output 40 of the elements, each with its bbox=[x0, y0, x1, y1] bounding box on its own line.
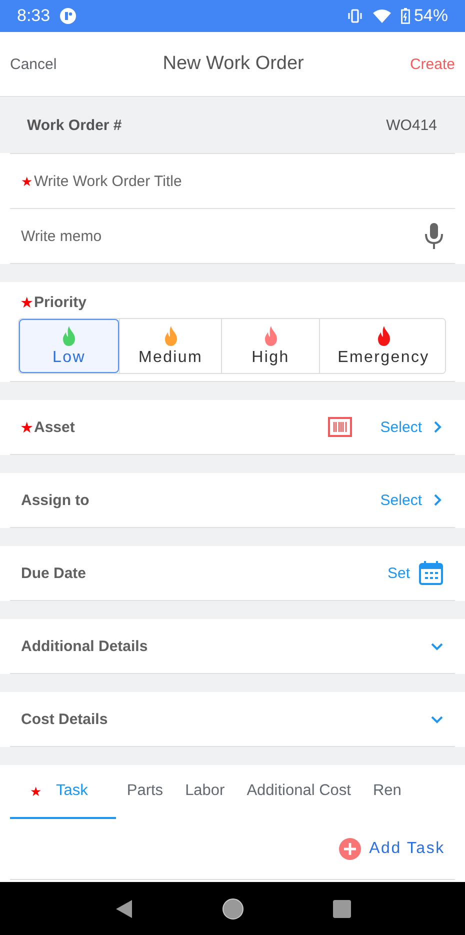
memo-input-field[interactable]: Write memo bbox=[21, 228, 416, 244]
back-icon[interactable] bbox=[114, 898, 132, 918]
tab[interactable]: Additional Cost bbox=[236, 765, 362, 819]
row-label: Cost Details bbox=[21, 710, 108, 728]
work-order-label: Work Order # bbox=[27, 116, 122, 134]
recents-icon[interactable] bbox=[332, 900, 350, 918]
row-label: Additional Details bbox=[21, 638, 148, 654]
microphone-icon[interactable] bbox=[424, 222, 444, 250]
row-label: Assign to bbox=[21, 492, 90, 508]
required-mark: ★ bbox=[21, 420, 33, 434]
home-icon[interactable] bbox=[222, 898, 244, 920]
select-button[interactable]: Select bbox=[380, 418, 444, 436]
cancel-button[interactable]: Cancel bbox=[10, 56, 57, 72]
title-input-field[interactable]: Write Work Order Title bbox=[34, 172, 444, 190]
battery-icon bbox=[400, 8, 410, 24]
plus-icon bbox=[339, 838, 362, 860]
wifi-icon bbox=[372, 9, 391, 23]
priority-label: Priority bbox=[34, 294, 87, 311]
tab[interactable]: Parts bbox=[116, 765, 174, 819]
priority-option[interactable]: Emergency bbox=[319, 319, 445, 373]
create-button[interactable]: Create bbox=[410, 56, 455, 72]
tab[interactable]: ★ Task bbox=[10, 765, 116, 819]
barcode-icon[interactable] bbox=[328, 417, 352, 437]
battery-percent: 54% bbox=[414, 6, 448, 26]
tab[interactable]: Ren bbox=[362, 765, 412, 819]
vibrate-icon bbox=[346, 9, 363, 23]
priority-option[interactable]: Low bbox=[19, 319, 119, 373]
row-label: Due Date bbox=[21, 564, 86, 582]
clock: 8:33 bbox=[17, 6, 50, 26]
calendar-icon bbox=[418, 560, 444, 586]
required-mark: ★ bbox=[21, 174, 33, 188]
set-date-button[interactable]: Set bbox=[387, 560, 444, 586]
add-task-button[interactable]: Add Task bbox=[339, 838, 445, 860]
page-title: New Work Order bbox=[162, 53, 304, 75]
required-mark: ★ bbox=[21, 295, 33, 310]
select-button[interactable]: Select bbox=[380, 492, 444, 508]
tab[interactable]: Labor bbox=[174, 765, 236, 819]
row-label: Asset bbox=[34, 418, 75, 436]
app-notification-icon bbox=[60, 8, 76, 24]
work-order-number: WO414 bbox=[386, 116, 437, 134]
